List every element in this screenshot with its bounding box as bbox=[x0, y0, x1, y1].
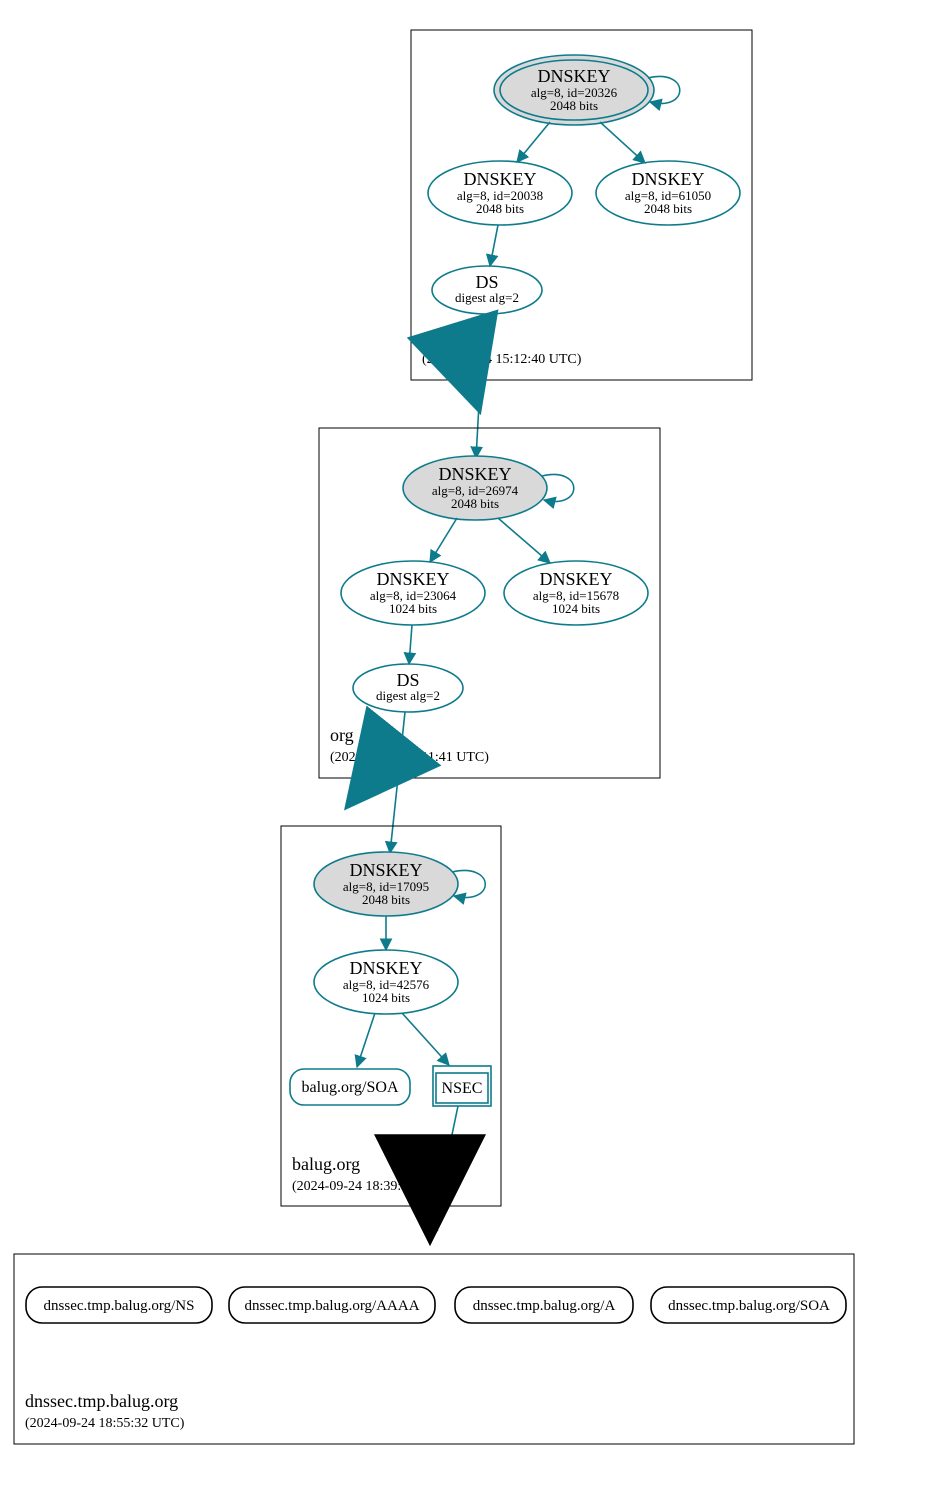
edge-root-ksk-to-zsk1 bbox=[517, 122, 550, 162]
dnskey-root-zsk1: DNSKEY alg=8, id=20038 2048 bits bbox=[428, 161, 572, 225]
zone-timestamp-root: (2024-09-24 15:12:40 UTC) bbox=[422, 352, 582, 367]
dnskey-balug-ksk: DNSKEY alg=8, id=17095 2048 bits bbox=[314, 852, 458, 916]
svg-text:dnssec.tmp.balug.org/AAAA: dnssec.tmp.balug.org/AAAA bbox=[244, 1298, 419, 1314]
edge-zone-org-to-balug bbox=[350, 778, 370, 803]
svg-text:DNSKEY: DNSKEY bbox=[631, 169, 704, 189]
zone-label-dnssec-tmp: dnssec.tmp.balug.org bbox=[25, 1391, 178, 1411]
ds-org: DS digest alg=2 bbox=[353, 664, 463, 712]
dnskey-balug-zsk: DNSKEY alg=8, id=42576 1024 bits bbox=[314, 950, 458, 1014]
zone-label-balug: balug.org bbox=[292, 1154, 360, 1174]
svg-text:digest alg=2: digest alg=2 bbox=[376, 688, 440, 703]
svg-text:1024 bits: 1024 bits bbox=[552, 601, 600, 616]
zone-timestamp-dnssec-tmp: (2024-09-24 18:55:32 UTC) bbox=[25, 1416, 185, 1431]
svg-text:1024 bits: 1024 bits bbox=[362, 990, 410, 1005]
svg-text:2048 bits: 2048 bits bbox=[451, 496, 499, 511]
svg-text:DNSKEY: DNSKEY bbox=[463, 169, 536, 189]
svg-text:DNSKEY: DNSKEY bbox=[539, 569, 612, 589]
svg-text:digest alg=2: digest alg=2 bbox=[455, 290, 519, 305]
svg-text:DNSKEY: DNSKEY bbox=[349, 860, 422, 880]
record-balug-nsec: NSEC bbox=[433, 1066, 491, 1106]
record-dnssec-a: dnssec.tmp.balug.org/A bbox=[455, 1287, 633, 1323]
dnskey-root-ksk: DNSKEY alg=8, id=20326 2048 bits bbox=[494, 55, 654, 125]
zone-timestamp-balug: (2024-09-24 18:39:11 UTC) bbox=[292, 1179, 451, 1194]
edge-root-ds-to-org-ksk bbox=[476, 314, 484, 458]
svg-text:dnssec.tmp.balug.org/A: dnssec.tmp.balug.org/A bbox=[473, 1298, 616, 1314]
svg-text:2048 bits: 2048 bits bbox=[362, 892, 410, 907]
svg-text:dnssec.tmp.balug.org/SOA: dnssec.tmp.balug.org/SOA bbox=[668, 1298, 830, 1314]
zone-timestamp-org: (2024-09-24 17:11:41 UTC) bbox=[330, 750, 489, 765]
svg-text:DNSKEY: DNSKEY bbox=[349, 958, 422, 978]
svg-text:DS: DS bbox=[396, 670, 419, 690]
svg-text:dnssec.tmp.balug.org/NS: dnssec.tmp.balug.org/NS bbox=[44, 1298, 195, 1314]
dnskey-org-zsk2: DNSKEY alg=8, id=15678 1024 bits bbox=[504, 561, 648, 625]
record-dnssec-soa: dnssec.tmp.balug.org/SOA bbox=[651, 1287, 846, 1323]
svg-text:NSEC: NSEC bbox=[442, 1080, 483, 1097]
edge-balug-zsk-to-nsec bbox=[402, 1013, 449, 1065]
svg-text:1024 bits: 1024 bits bbox=[389, 601, 437, 616]
dnskey-root-zsk2: DNSKEY alg=8, id=61050 2048 bits bbox=[596, 161, 740, 225]
ds-root: DS digest alg=2 bbox=[432, 266, 542, 314]
dnskey-org-zsk1: DNSKEY alg=8, id=23064 1024 bits bbox=[341, 561, 485, 625]
record-dnssec-ns: dnssec.tmp.balug.org/NS bbox=[26, 1287, 212, 1323]
svg-text:DNSKEY: DNSKEY bbox=[438, 464, 511, 484]
svg-text:DNSKEY: DNSKEY bbox=[537, 66, 610, 86]
edge-org-ds-to-balug-ksk bbox=[390, 712, 405, 853]
zone-label-org: org bbox=[330, 725, 354, 745]
edge-balug-zsk-to-soa bbox=[357, 1013, 375, 1067]
record-balug-soa: balug.org/SOA bbox=[290, 1069, 410, 1105]
edge-org-ksk-to-zsk1 bbox=[430, 518, 457, 562]
edge-zone-root-to-org bbox=[470, 380, 478, 406]
edge-balug-nsec-to-dnssec bbox=[430, 1106, 458, 1240]
zone-label-root: . bbox=[422, 327, 427, 347]
edge-org-zsk1-to-ds bbox=[409, 625, 412, 664]
edge-root-ksk-to-zsk2 bbox=[600, 122, 645, 163]
svg-text:balug.org/SOA: balug.org/SOA bbox=[301, 1079, 398, 1096]
svg-text:2048 bits: 2048 bits bbox=[550, 98, 598, 113]
dnssec-graph: . (2024-09-24 15:12:40 UTC) DNSKEY alg=8… bbox=[0, 0, 952, 1508]
edge-org-ksk-to-zsk2 bbox=[498, 518, 550, 563]
svg-text:DS: DS bbox=[475, 272, 498, 292]
dnskey-org-ksk: DNSKEY alg=8, id=26974 2048 bits bbox=[403, 456, 547, 520]
svg-text:2048 bits: 2048 bits bbox=[644, 201, 692, 216]
record-dnssec-aaaa: dnssec.tmp.balug.org/AAAA bbox=[229, 1287, 435, 1323]
edge-root-zsk1-to-ds bbox=[490, 225, 498, 266]
svg-text:2048 bits: 2048 bits bbox=[476, 201, 524, 216]
svg-text:DNSKEY: DNSKEY bbox=[376, 569, 449, 589]
